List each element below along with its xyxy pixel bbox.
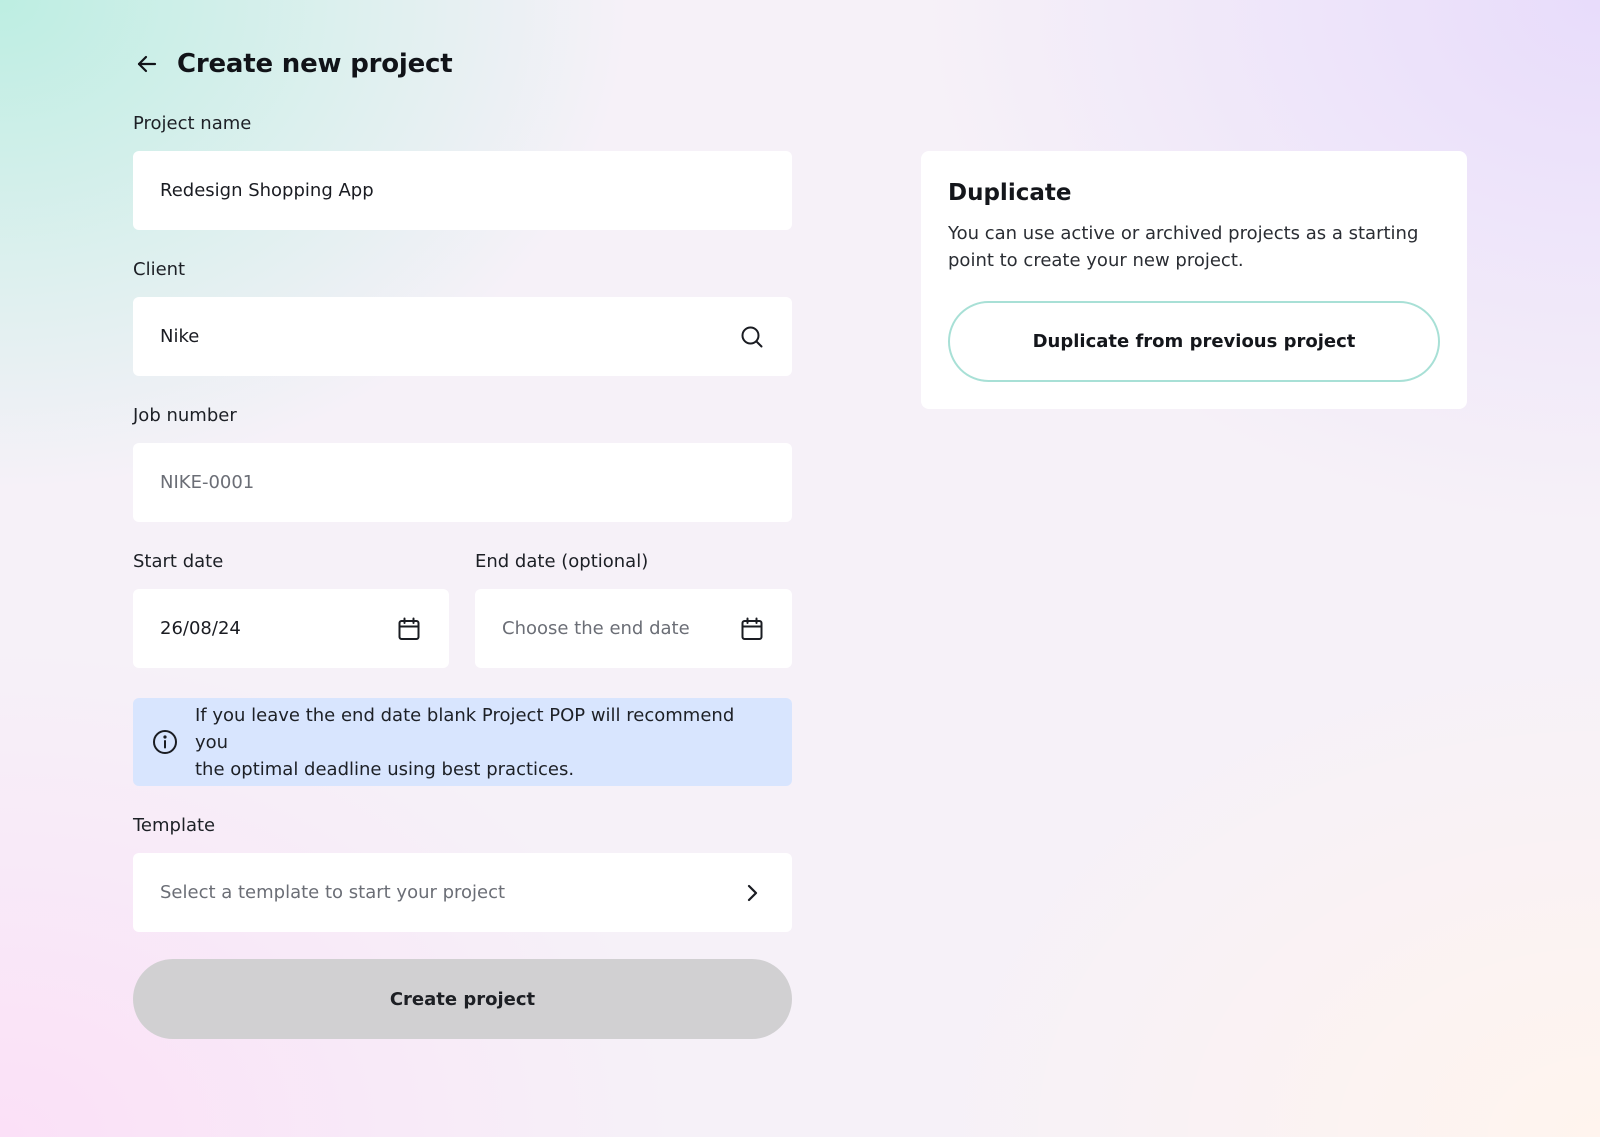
info-text: If you leave the end date blank Project … [195,702,772,783]
start-date-label: Start date [133,551,224,572]
arrow-left-icon [137,55,157,73]
duplicate-title: Duplicate [948,180,1072,206]
duplicate-description-line: You can use active or archived projects … [948,223,1419,244]
duplicate-from-previous-button[interactable]: Duplicate from previous project [948,301,1440,382]
client-label: Client [133,259,186,280]
project-name-field[interactable]: Redesign Shopping App [133,151,792,230]
template-select[interactable]: Select a template to start your project [133,853,792,932]
calendar-icon[interactable] [739,616,765,642]
back-button[interactable] [133,50,161,78]
start-date-value: 26/08/24 [160,618,241,639]
duplicate-description-line: point to create your new project. [948,250,1244,271]
client-field[interactable]: Nike [133,297,792,376]
end-date-placeholder: Choose the end date [502,618,690,639]
end-date-label: End date (optional) [475,551,649,572]
end-date-field[interactable]: Choose the end date [475,589,792,668]
project-name-value: Redesign Shopping App [160,180,374,201]
job-number-field[interactable]: NIKE-0001 [133,443,792,522]
job-number-label: Job number [133,405,237,426]
job-number-placeholder: NIKE-0001 [160,472,255,493]
info-text-line: If you leave the end date blank Project … [195,704,735,753]
start-date-field[interactable]: 26/08/24 [133,589,449,668]
client-value: Nike [160,326,200,347]
project-name-label: Project name [133,113,252,134]
page-header: Create new project [133,44,453,84]
create-project-button[interactable]: Create project [133,959,792,1039]
info-text-line: the optimal deadline using best practice… [195,758,575,780]
chevron-right-icon [739,880,765,906]
duplicate-description: You can use active or archived projects … [948,220,1440,274]
template-placeholder: Select a template to start your project [160,882,506,903]
search-icon[interactable] [739,324,765,350]
page-title: Create new project [177,49,453,79]
info-icon [151,728,179,756]
calendar-icon[interactable] [396,616,422,642]
template-label: Template [133,815,216,836]
duplicate-card: Duplicate You can use active or archived… [921,151,1467,409]
end-date-info-banner: If you leave the end date blank Project … [133,698,792,786]
